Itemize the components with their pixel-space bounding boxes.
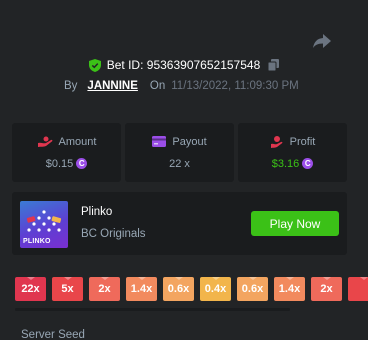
plinko-thumbnail[interactable]: PLINKO: [20, 201, 68, 248]
by-label: By: [64, 80, 78, 92]
amount-label: Amount: [58, 135, 97, 148]
amount-value: $0.15: [45, 157, 74, 170]
bet-id-row: Bet ID: 95363907652157548: [0, 58, 368, 72]
plinko-pins-icon: [26, 210, 62, 232]
username-link[interactable]: JANNINE: [87, 80, 137, 92]
bet-author-row: By JANNINE On 11/13/2022, 11:09:30 PM: [64, 80, 299, 92]
multiplier-chip: 2x: [311, 277, 342, 301]
multiplier-chip: 1.4x: [274, 277, 305, 301]
on-label: On: [149, 80, 166, 92]
game-title[interactable]: Plinko: [81, 206, 112, 218]
game-card: PLINKO Plinko BC Originals Play Now: [12, 192, 347, 255]
play-now-button[interactable]: Play Now: [251, 211, 339, 236]
bet-stats: Amount $0.15 C Payout 22 x Profit $3.16 …: [12, 123, 347, 182]
share-icon[interactable]: [312, 32, 332, 50]
multiplier-chip: 0.6x: [163, 277, 194, 301]
multiplier-chip: 1.4x: [126, 277, 157, 301]
multiplier-chip: 2x: [89, 277, 120, 301]
multiplier-chip-partial: [348, 277, 368, 301]
coin-icon: C: [302, 158, 314, 169]
multiplier-chip: 22x: [15, 277, 46, 301]
profit-label: Profit: [289, 135, 316, 148]
amount-icon: [37, 136, 52, 147]
copy-icon[interactable]: [268, 59, 280, 71]
bet-datetime: 11/13/2022, 11:09:30 PM: [171, 80, 299, 92]
payout-value: 22 x: [169, 157, 190, 170]
verified-shield-icon: [88, 58, 101, 72]
coin-icon: C: [76, 158, 88, 169]
multiplier-chip: 0.4x: [200, 277, 231, 301]
amount-stat: Amount $0.15 C: [12, 123, 121, 182]
bet-id-value: 95363907652157548: [146, 58, 261, 72]
multiplier-chip: 5x: [52, 277, 83, 301]
payout-icon: [152, 136, 167, 147]
profit-stat: Profit $3.16 C: [238, 123, 347, 182]
server-seed-label: Server Seed: [21, 329, 85, 340]
thumbnail-title: PLINKO: [23, 238, 51, 245]
multiplier-chip: 0.6x: [237, 277, 268, 301]
profit-value: $3.16: [271, 157, 300, 170]
multiplier-row: 22x 5x 2x 1.4x 0.6x 0.4x 0.6x 1.4x 2x: [15, 277, 368, 301]
game-provider: BC Originals: [81, 228, 146, 240]
profit-icon: [270, 135, 283, 148]
payout-stat: Payout 22 x: [125, 123, 234, 182]
bet-id-label: Bet ID:: [106, 58, 144, 72]
payout-label: Payout: [172, 135, 207, 148]
multiplier-scrollbar[interactable]: [15, 308, 290, 311]
